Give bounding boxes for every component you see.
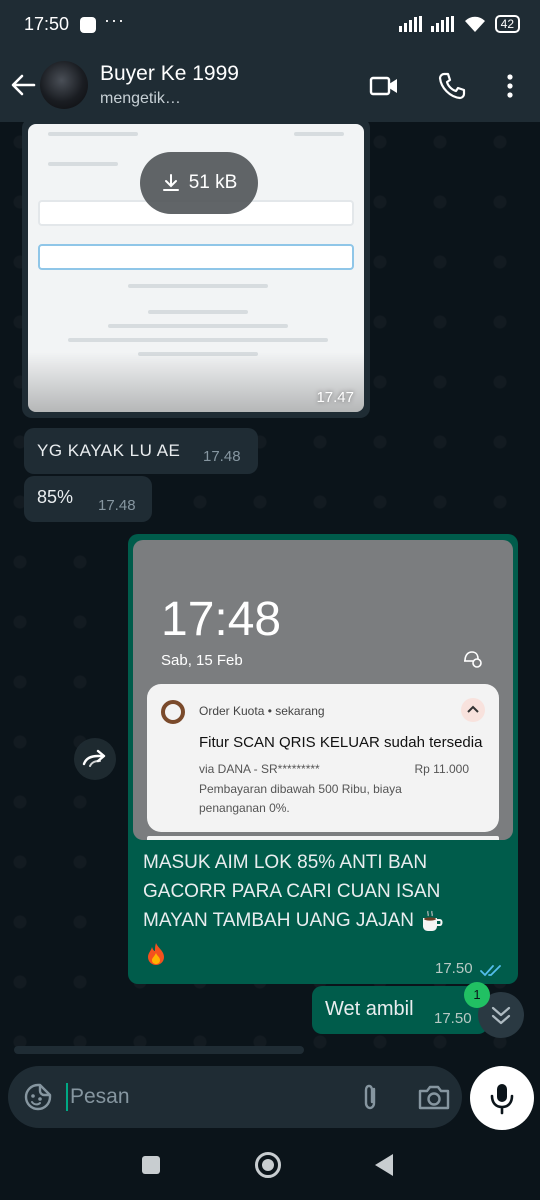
menu-icon[interactable]: [494, 70, 526, 102]
phone-icon[interactable]: [436, 70, 468, 102]
notification-amount: Rp 11.000: [414, 762, 470, 776]
download-size: 51 kB: [188, 172, 238, 193]
contact-status: mengetik…: [100, 90, 181, 107]
contact-name[interactable]: Buyer Ke 1999: [100, 62, 239, 86]
sticker-icon[interactable]: [22, 1081, 54, 1113]
notification-app: Order Kuota • sekarang: [199, 704, 325, 718]
signal-icon: [430, 16, 454, 32]
back-button[interactable]: [375, 1154, 393, 1176]
message-text: 85%: [37, 487, 74, 507]
message-time: 17.47: [316, 389, 354, 406]
message-caption: MASUK AIM LOK 85% ANTI BAN GACORR PARA C…: [143, 848, 503, 968]
screenshot-date: Sab, 15 Feb: [161, 652, 243, 669]
image-message[interactable]: 51 kB 17.47: [22, 122, 370, 418]
notification-card: Order Kuota • sekarang Fitur SCAN QRIS K…: [147, 684, 499, 832]
image-detail: [148, 310, 248, 314]
battery-icon: 42: [494, 15, 520, 33]
message-time: 17.48: [203, 448, 241, 465]
camera-icon[interactable]: [416, 1081, 452, 1113]
screenshot-clock: 17:48: [161, 593, 282, 646]
signal-icon: [398, 16, 422, 32]
screenshot-image[interactable]: 17:48 Sab, 15 Feb Order Kuota • sekarang…: [133, 540, 513, 840]
incoming-message[interactable]: YG KAYAK LU AE 17.48: [24, 428, 258, 474]
image-detail: [128, 284, 268, 288]
image-preview[interactable]: 51 kB 17.47: [28, 124, 364, 412]
notification-body: Pembayaran dibawah 500 Ribu, biaya penan…: [199, 782, 402, 815]
caption-line: GACORR PARA CARI CUAN ISAN: [143, 881, 441, 902]
image-detail: [294, 132, 344, 136]
caption-text: MAYAN TAMBAH UANG JAJAN: [143, 910, 414, 931]
home-button[interactable]: [255, 1152, 281, 1178]
download-button[interactable]: 51 kB: [140, 152, 258, 214]
forward-button[interactable]: [74, 738, 116, 780]
message-time: 17.48: [98, 497, 136, 514]
microphone-icon: [490, 1084, 514, 1115]
alarm-icon: [464, 651, 482, 668]
message-text: YG KAYAK LU AE: [37, 441, 181, 460]
message-time: 17.50: [435, 960, 473, 977]
notification-edge: [147, 836, 499, 840]
status-bar: 17:50 ··· 42: [0, 0, 540, 50]
incoming-message[interactable]: 85% 17.48: [24, 476, 152, 522]
wifi-icon: [464, 16, 485, 32]
status-more: ···: [104, 10, 125, 30]
download-icon: [162, 174, 179, 191]
chat-area[interactable]: 51 kB 17.47 YG KAYAK LU AE 17.48 85% 17.…: [0, 122, 540, 1062]
image-detail: [48, 132, 138, 136]
message-text: Wet ambil: [325, 998, 414, 1020]
notification-sub: via DANA - SR*********: [199, 762, 320, 776]
chevron-up-icon: [461, 698, 485, 722]
voice-record-button[interactable]: [470, 1066, 534, 1130]
video-call-icon[interactable]: [368, 70, 400, 102]
message-time: 17.50: [434, 1010, 472, 1027]
caption-line: MASUK AIM LOK 85% ANTI BAN: [143, 852, 428, 873]
unread-count-badge: 1: [464, 982, 490, 1008]
chat-header: Buyer Ke 1999 mengetik…: [0, 50, 540, 122]
notification-dot-icon: [80, 17, 96, 33]
image-detail: [38, 244, 354, 270]
status-indicators: 42: [398, 15, 520, 33]
app-logo-icon: [161, 700, 185, 724]
image-shade: [28, 352, 364, 412]
forward-icon: [82, 749, 106, 767]
coffee-icon: [423, 910, 443, 931]
recents-button[interactable]: [142, 1156, 160, 1174]
message-composer: [8, 1066, 462, 1128]
attach-icon[interactable]: [354, 1081, 386, 1113]
text-cursor: [66, 1083, 68, 1111]
caption-line: MAYAN TAMBAH UANG JAJAN: [143, 906, 503, 935]
reply-preview-strip: [14, 1046, 304, 1054]
read-ticks-icon: [480, 965, 501, 977]
image-detail: [68, 338, 328, 342]
status-time: 17:50: [24, 14, 70, 34]
outgoing-message[interactable]: Wet ambil 17.50: [312, 986, 488, 1034]
image-detail: [48, 162, 118, 166]
notification-title: Fitur SCAN QRIS KELUAR sudah tersedia: [199, 734, 483, 751]
avatar[interactable]: [40, 61, 88, 109]
message-input[interactable]: [70, 1080, 340, 1114]
system-navigation-bar: [0, 1134, 540, 1200]
back-arrow-icon[interactable]: [8, 70, 38, 100]
image-detail: [108, 324, 288, 328]
fire-icon: [148, 942, 164, 965]
